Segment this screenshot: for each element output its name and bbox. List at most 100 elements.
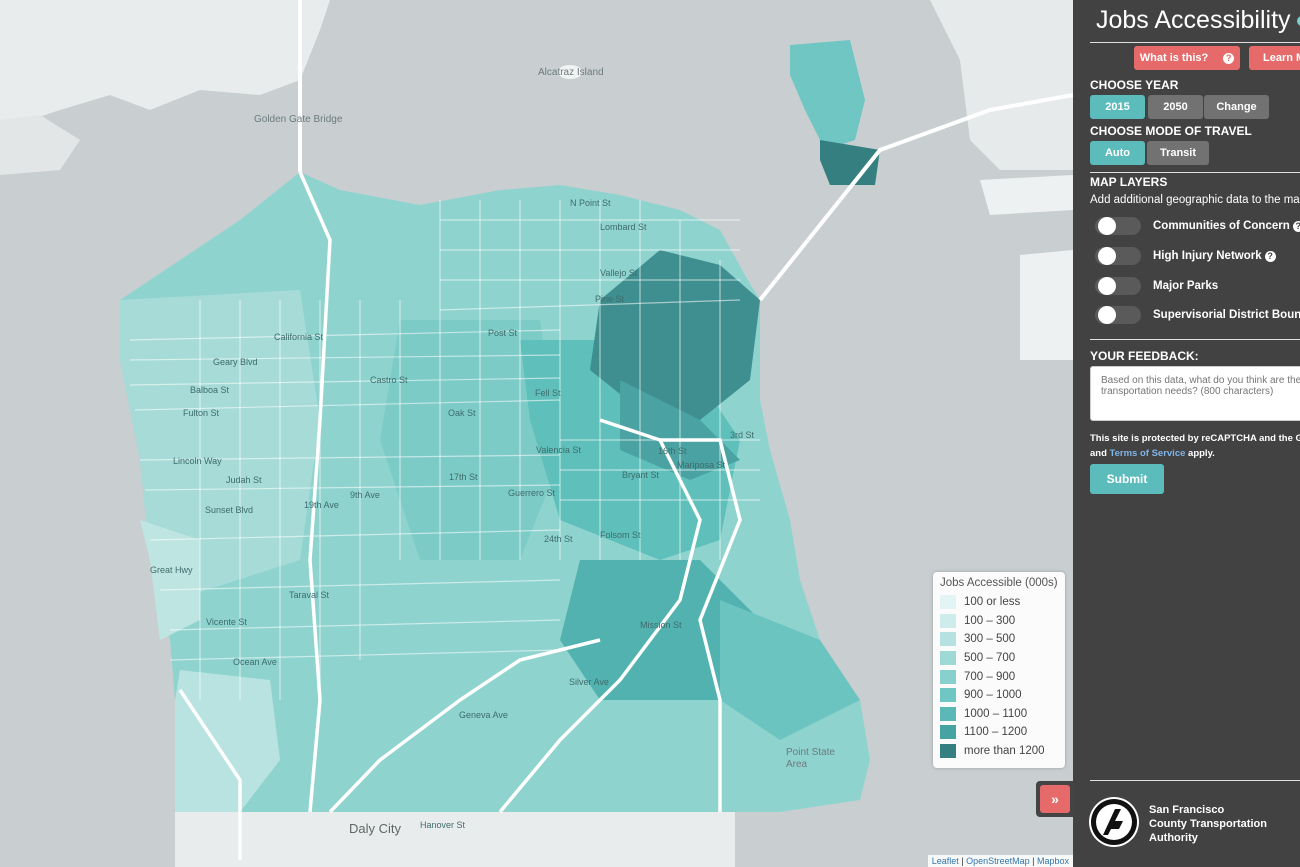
layer-toggle-communities[interactable]: Communities of Concern ? (1095, 216, 1300, 236)
mapbox-link[interactable]: Mapbox (1037, 856, 1069, 866)
street-label: Sunset Blvd (205, 505, 254, 515)
mode-heading: CHOOSE MODE OF TRAVEL (1090, 124, 1252, 138)
attribution-separator: | (1029, 856, 1037, 866)
side-panel: Jobs Accessibility What is this? ? Learn… (1073, 0, 1300, 867)
street-label: Mariposa St (677, 460, 726, 470)
street-label: Lincoln Way (173, 456, 222, 466)
legend-swatch (940, 651, 956, 666)
question-icon[interactable]: ? (1264, 250, 1276, 262)
switch-knob (1098, 277, 1116, 295)
street-label: Judah St (226, 475, 262, 485)
feedback-heading: YOUR FEEDBACK: (1090, 349, 1199, 363)
toggle-switch[interactable] (1095, 217, 1141, 235)
street-label: Bryant St (622, 470, 660, 480)
street-label: Hanover St (420, 820, 466, 830)
legend-swatch (940, 706, 956, 721)
recaptcha-terms-line: and Terms of Service apply. (1090, 448, 1215, 459)
street-label: 16th St (658, 446, 687, 456)
layer-label: Communities of Concern (1153, 220, 1290, 232)
marin-land (0, 0, 330, 130)
legend-title: Jobs Accessible (000s) (940, 577, 1058, 589)
street-label: Great Hwy (150, 565, 193, 575)
layer-toggle-parks[interactable]: Major Parks (1095, 276, 1218, 296)
page-title: Jobs Accessibility (1096, 6, 1291, 34)
street-label: 24th St (544, 534, 573, 544)
sfcta-logo (1089, 797, 1139, 847)
layers-heading: MAP LAYERS (1090, 175, 1168, 189)
sfcta-logo-icon (1091, 799, 1137, 845)
legend-swatch (940, 595, 956, 610)
year-2015-button[interactable]: 2015 (1090, 95, 1145, 119)
legend-swatch (940, 669, 956, 684)
leaflet-link[interactable]: Leaflet (932, 856, 959, 866)
osm-link[interactable]: OpenStreetMap (966, 856, 1030, 866)
legend-item: 1000 – 1100 (933, 705, 1065, 724)
mode-transit-button[interactable]: Transit (1147, 141, 1209, 165)
legend-swatch (940, 744, 956, 759)
street-label: Vallejo St (600, 268, 638, 278)
year-heading: CHOOSE YEAR (1090, 78, 1179, 92)
layer-toggle-districts[interactable]: Supervisorial District Boundaries (1095, 305, 1300, 325)
legend-item: 300 – 500 (933, 630, 1065, 649)
what-is-this-button[interactable]: What is this? ? (1134, 46, 1240, 70)
legend-swatch (940, 688, 956, 703)
treasure-island (790, 40, 865, 150)
collapse-panel-button[interactable]: » (1040, 785, 1070, 813)
legend-label: 500 – 700 (964, 652, 1016, 665)
legend-label: 100 or less (964, 596, 1021, 609)
legend-label: 300 – 500 (964, 633, 1016, 646)
place-label: Golden Gate Bridge (254, 114, 343, 125)
legend-item: 100 – 300 (933, 612, 1065, 631)
legend-label: 1000 – 1100 (964, 707, 1028, 720)
question-icon[interactable]: ? (1292, 220, 1300, 232)
learn-more-button[interactable]: Learn More (1249, 46, 1300, 70)
feedback-textarea[interactable] (1090, 366, 1300, 421)
legend-swatch (940, 632, 956, 647)
legend-item: 1100 – 1200 (933, 723, 1065, 742)
year-change-button[interactable]: Change (1204, 95, 1269, 119)
map-attribution: Leaflet | OpenStreetMap | Mapbox (927, 855, 1073, 867)
street-label: Lombard St (600, 222, 647, 232)
street-label: Silver Ave (569, 677, 609, 687)
street-label: Guerrero St (508, 488, 556, 498)
legend-swatch (940, 725, 956, 740)
legend-label: 700 – 900 (964, 670, 1016, 683)
toggle-switch[interactable] (1095, 247, 1141, 265)
legend-item: 700 – 900 (933, 667, 1065, 686)
recaptcha-notice: This site is protected by reCAPTCHA and … (1090, 433, 1300, 444)
street-label: Taraval St (289, 590, 330, 600)
legend-item: 100 or less (933, 593, 1065, 612)
year-2050-button[interactable]: 2050 (1148, 95, 1203, 119)
toggle-switch[interactable] (1095, 277, 1141, 295)
place-label: Alcatraz Island (538, 67, 604, 78)
divider (1090, 172, 1300, 173)
mode-auto-button[interactable]: Auto (1090, 141, 1145, 165)
divider (1090, 339, 1300, 340)
street-label: Vicente St (206, 617, 247, 627)
recaptcha-and: and (1090, 448, 1110, 459)
recaptcha-apply: apply. (1185, 448, 1215, 459)
submit-button[interactable]: Submit (1090, 464, 1164, 494)
marin-land-2 (0, 115, 80, 175)
map-svg[interactable] (0, 0, 1073, 867)
street-label: Valencia St (536, 445, 581, 455)
legend-swatch (940, 613, 956, 628)
place-label: Point State Area (786, 747, 835, 770)
street-label: Pine St (595, 294, 625, 304)
layer-toggle-high-injury[interactable]: High Injury Network ? (1095, 246, 1276, 266)
switch-knob (1098, 306, 1116, 324)
eastbay-land (930, 0, 1073, 170)
street-label: 9th Ave (350, 490, 380, 500)
place-label: Daly City (349, 821, 402, 836)
street-label: Geary Blvd (213, 357, 258, 367)
street-label: Geneva Ave (459, 710, 508, 720)
legend-item: 500 – 700 (933, 649, 1065, 668)
street-label: Castro St (370, 375, 408, 385)
outer-sunset-zone (140, 520, 200, 640)
legend-label: 900 – 1000 (964, 689, 1022, 702)
toggle-switch[interactable] (1095, 306, 1141, 324)
street-label: Fell St (535, 388, 561, 398)
map-canvas[interactable]: Golden Gate Bridge Alcatraz Island Daly … (0, 0, 1073, 867)
legend-item: 900 – 1000 (933, 686, 1065, 705)
terms-of-service-link[interactable]: Terms of Service (1110, 448, 1186, 459)
